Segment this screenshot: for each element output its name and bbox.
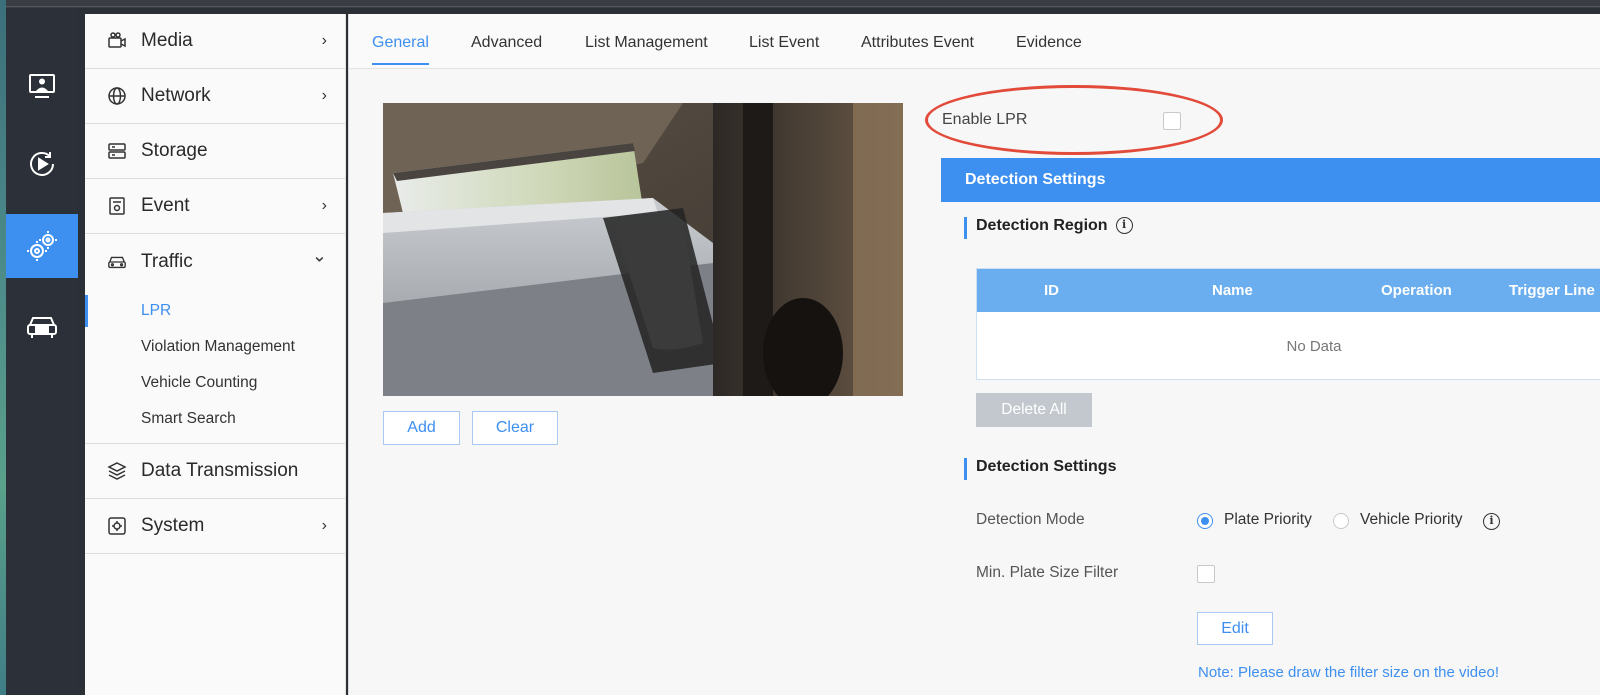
event-icon — [107, 196, 127, 216]
rail-live-view[interactable] — [6, 54, 78, 118]
sidebar-item-storage[interactable]: Storage — [85, 124, 345, 179]
tab-attributes-event[interactable]: Attributes Event — [861, 34, 974, 52]
chevron-right-icon: › — [321, 87, 327, 104]
layers-icon — [107, 461, 127, 481]
sidebar-subitem-smart-search[interactable]: Smart Search — [85, 401, 345, 437]
detection-region-table: ID Name Operation Trigger Line No Data — [976, 268, 1600, 380]
icon-rail — [6, 8, 78, 695]
min-plate-size-checkbox[interactable] — [1197, 565, 1215, 583]
sidebar-item-label: Media — [141, 30, 193, 51]
sidebar-item-label: Data Transmission — [141, 460, 299, 481]
sidebar-item-data-transmission[interactable]: Data Transmission — [85, 444, 345, 499]
sidebar-item-network[interactable]: Network › — [85, 69, 345, 124]
play-circle-icon — [30, 151, 54, 176]
tab-advanced[interactable]: Advanced — [471, 34, 542, 52]
col-trigger-line: Trigger Line — [1509, 282, 1595, 299]
col-name: Name — [1212, 282, 1253, 299]
settings-sidebar: Media › Network › Storage Event › Traffi… — [85, 14, 346, 695]
rail-playback[interactable] — [6, 132, 78, 196]
video-preview[interactable] — [383, 103, 903, 396]
tab-list-event[interactable]: List Event — [749, 34, 819, 52]
table-empty-message: No Data — [1286, 338, 1342, 355]
detection-region-heading: Detection Region i — [964, 217, 1133, 239]
tab-bar: General Advanced List Management List Ev… — [349, 14, 1600, 69]
min-plate-size-label: Min. Plate Size Filter — [976, 564, 1119, 581]
detection-settings-heading: Detection Settings — [964, 458, 1116, 480]
sidebar-subitem-violation-management[interactable]: Violation Management — [85, 329, 345, 365]
gears-icon — [27, 231, 57, 261]
monitor-person-icon — [29, 74, 55, 98]
camera-icon — [107, 31, 127, 51]
top-bar-divider — [0, 6, 1600, 7]
detection-mode-label: Detection Mode — [976, 511, 1085, 528]
detection-settings-header: Detection Settings — [941, 158, 1600, 202]
car-icon — [107, 252, 127, 272]
camera-frame-image — [383, 103, 903, 396]
vehicle-priority-label[interactable]: Vehicle Priority — [1360, 511, 1463, 529]
traffic-submenu: LPR Violation Management Vehicle Countin… — [85, 289, 345, 444]
info-icon[interactable]: i — [1115, 217, 1133, 235]
detection-region-title: Detection Region — [976, 217, 1108, 234]
main-panel: General Advanced List Management List Ev… — [348, 14, 1600, 695]
sidebar-item-label: System — [141, 515, 205, 536]
info-icon[interactable]: i — [1483, 513, 1500, 530]
tab-evidence[interactable]: Evidence — [1016, 34, 1082, 52]
add-button[interactable]: Add — [383, 411, 460, 445]
sidebar-item-media[interactable]: Media › — [85, 14, 345, 69]
delete-all-button[interactable]: Delete All — [976, 393, 1092, 427]
rail-settings[interactable] — [6, 214, 78, 278]
chevron-right-icon: › — [321, 517, 327, 534]
sidebar-item-label: Traffic — [141, 250, 193, 272]
rail-traffic[interactable] — [6, 294, 78, 358]
filter-size-note: Note: Please draw the filter size on the… — [1198, 664, 1499, 681]
plate-priority-radio[interactable] — [1197, 513, 1213, 529]
chevron-right-icon: › — [321, 32, 327, 49]
col-operation: Operation — [1381, 282, 1452, 299]
enable-lpr-label: Enable LPR — [942, 111, 1028, 128]
sidebar-item-system[interactable]: System › — [85, 499, 345, 554]
sidebar-item-label: Event — [141, 195, 190, 216]
table-header: ID Name Operation Trigger Line — [977, 269, 1600, 312]
sidebar-item-traffic[interactable]: Traffic ⌄ — [85, 234, 345, 289]
system-icon — [107, 516, 127, 536]
sidebar-item-label: Network — [141, 85, 211, 106]
storage-icon — [107, 141, 127, 161]
chevron-right-icon: › — [321, 197, 327, 214]
sidebar-subitem-lpr[interactable]: LPR — [85, 293, 345, 329]
tab-list-management[interactable]: List Management — [585, 34, 708, 52]
tab-general[interactable]: General — [372, 34, 429, 65]
chevron-down-icon: ⌄ — [311, 245, 327, 266]
car-front-icon — [27, 317, 57, 338]
clear-button[interactable]: Clear — [472, 411, 558, 445]
edit-button[interactable]: Edit — [1197, 612, 1273, 645]
enable-lpr-checkbox[interactable] — [1163, 112, 1181, 130]
globe-icon — [107, 86, 127, 106]
plate-priority-label[interactable]: Plate Priority — [1224, 511, 1312, 529]
sidebar-subitem-vehicle-counting[interactable]: Vehicle Counting — [85, 365, 345, 401]
sidebar-item-label: Storage — [141, 140, 208, 161]
col-id: ID — [1044, 282, 1059, 299]
vehicle-priority-radio[interactable] — [1333, 513, 1349, 529]
sidebar-item-event[interactable]: Event › — [85, 179, 345, 234]
